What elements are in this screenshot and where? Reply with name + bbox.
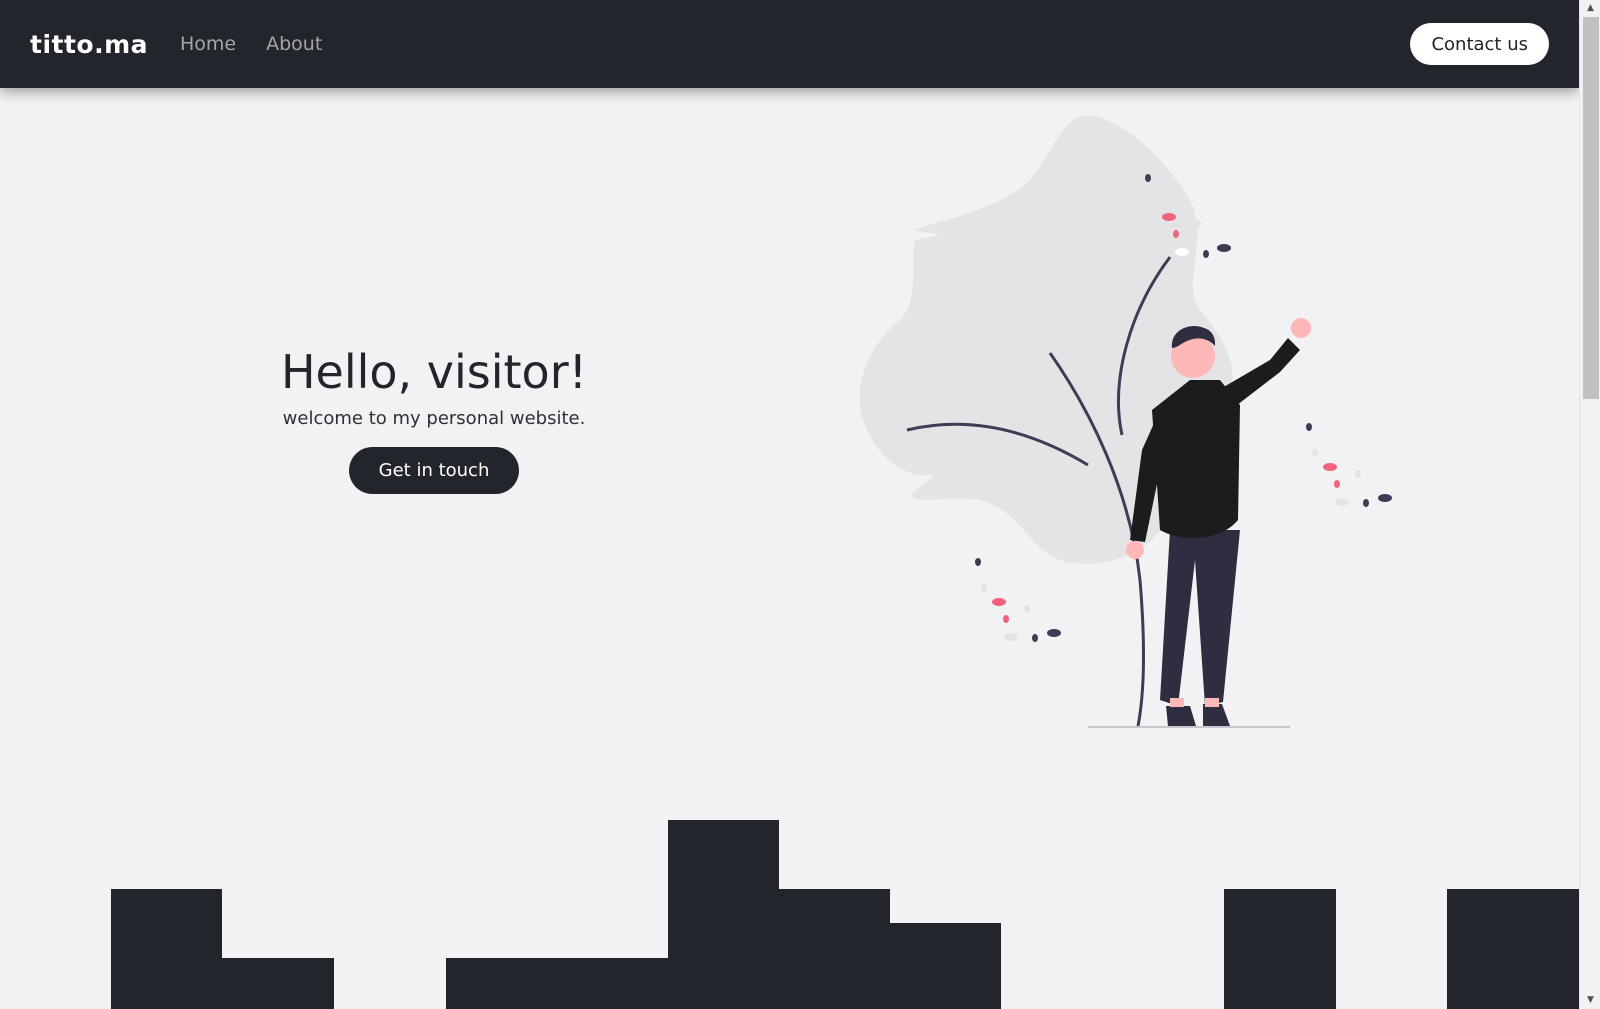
navbar: titto.ma Home About Contact us	[0, 0, 1579, 88]
building-3	[1224, 889, 1336, 1009]
decor-dots-bottom	[975, 558, 1061, 642]
contact-us-button[interactable]: Contact us	[1410, 23, 1549, 65]
hero-subtitle: welcome to my personal website.	[282, 408, 586, 430]
nav-link-about[interactable]: About	[266, 33, 322, 55]
decor-dots-right	[1306, 423, 1392, 507]
hero-title: Hello, visitor!	[280, 345, 588, 399]
get-in-touch-button[interactable]: Get in touch	[349, 447, 519, 495]
scroll-up-arrow-icon[interactable]: ▲	[1580, 0, 1600, 17]
city-skyline	[111, 820, 1579, 1009]
building-2	[446, 820, 1001, 1009]
hero-section: Hello, visitor! welcome to my personal w…	[234, 345, 634, 495]
page: titto.ma Home About Contact us Hello, vi…	[0, 0, 1579, 1009]
brand-logo[interactable]: titto.ma	[30, 30, 148, 59]
building-1	[111, 889, 334, 1009]
scroll-down-arrow-icon[interactable]: ▼	[1580, 992, 1600, 1009]
vertical-scrollbar[interactable]: ▲ ▼	[1579, 0, 1600, 1009]
building-4	[1447, 889, 1579, 1009]
scrollbar-thumb[interactable]	[1583, 17, 1599, 399]
nav-link-home[interactable]: Home	[180, 33, 236, 55]
hero-illustration	[860, 115, 1392, 728]
